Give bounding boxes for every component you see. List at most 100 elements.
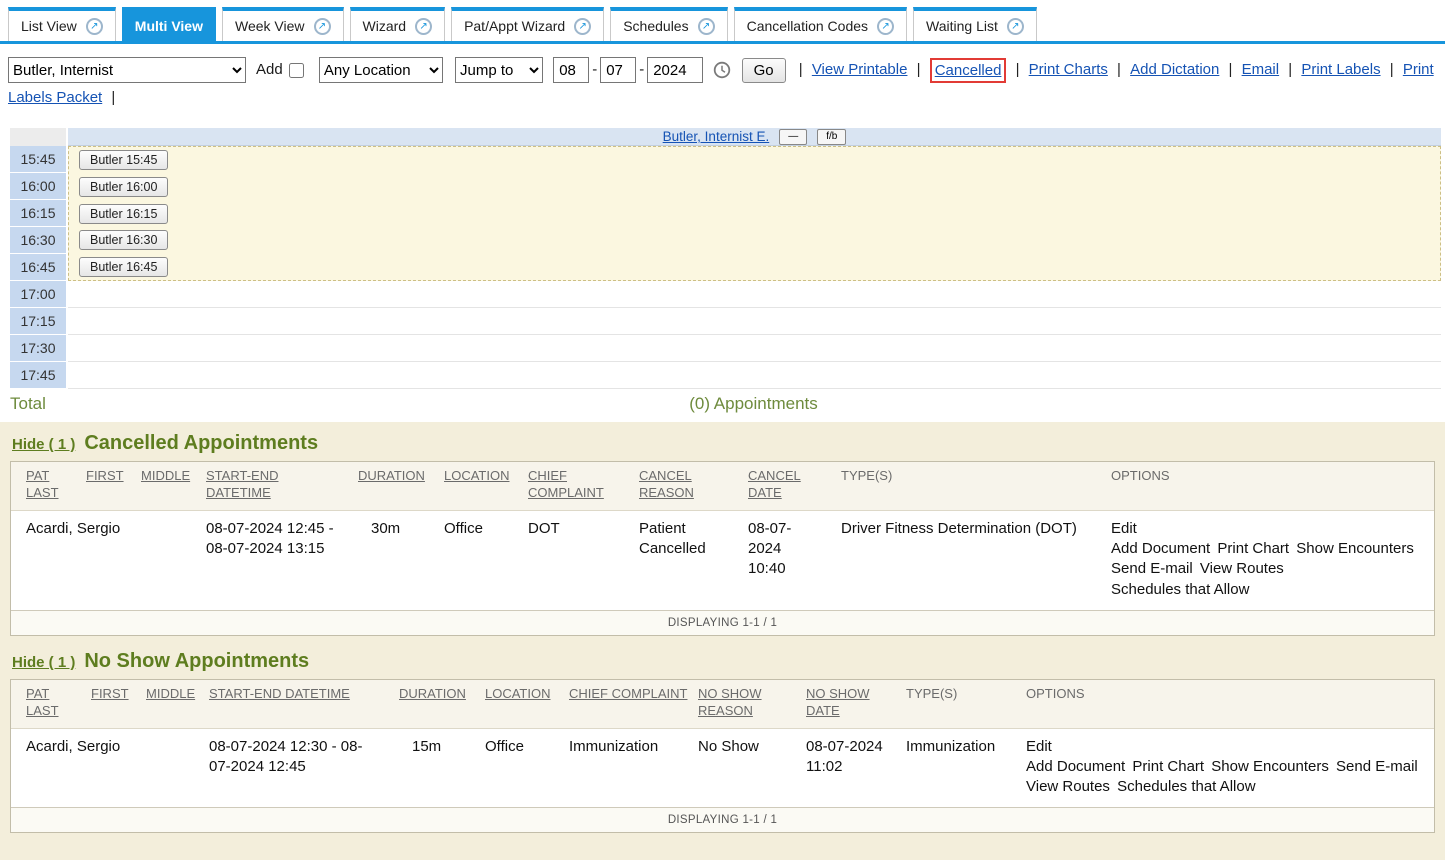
popout-icon[interactable]: ↗ xyxy=(1007,18,1024,35)
col-no-show-date[interactable]: NO SHOW DATE xyxy=(806,686,870,718)
col-start-end-datetime[interactable]: START-END DATETIME xyxy=(209,686,350,701)
col-duration[interactable]: DURATION xyxy=(399,686,466,701)
col-start-end-datetime[interactable]: START-END DATETIME xyxy=(206,468,278,500)
send-email-link[interactable]: Send E-mail xyxy=(1336,757,1418,777)
tab-multi-view[interactable]: Multi View xyxy=(122,7,216,41)
col-location[interactable]: LOCATION xyxy=(485,686,551,701)
slot-button[interactable]: Butler 15:45 xyxy=(79,150,168,170)
time-label: 17:00 xyxy=(10,281,66,307)
show-encounters-link[interactable]: Show Encounters xyxy=(1211,757,1329,777)
section-header: Hide ( 1 ) No Show Appointments xyxy=(10,649,1435,679)
go-button[interactable]: Go xyxy=(742,58,786,83)
total-row: Total (0) Appointments xyxy=(10,390,1441,417)
col-cancel-reason[interactable]: CANCEL REASON xyxy=(639,468,694,500)
jump-to-select[interactable]: Jump to xyxy=(455,57,543,83)
tab-cancellation-codes[interactable]: Cancellation Codes ↗ xyxy=(734,7,907,41)
edit-link[interactable]: Edit xyxy=(1111,519,1137,539)
patient-name[interactable]: Acardi, Sergio xyxy=(26,737,91,798)
tab-label: Waiting List xyxy=(926,18,998,34)
popout-icon[interactable]: ↗ xyxy=(698,18,715,35)
col-middle[interactable]: MIDDLE xyxy=(146,686,195,701)
tab-label: Week View xyxy=(235,18,305,34)
show-encounters-link[interactable]: Show Encounters xyxy=(1296,539,1414,559)
tab-pat-appt-wizard[interactable]: Pat/Appt Wizard ↗ xyxy=(451,7,604,41)
add-document-link[interactable]: Add Document xyxy=(1111,539,1210,559)
empty-schedule-row xyxy=(68,281,1441,308)
email-link[interactable]: Email xyxy=(1242,61,1280,78)
schedules-that-allow-link[interactable]: Schedules that Allow xyxy=(1117,777,1255,797)
col-middle[interactable]: MIDDLE xyxy=(141,468,190,483)
popout-icon[interactable]: ↗ xyxy=(574,18,591,35)
popout-icon[interactable]: ↗ xyxy=(877,18,894,35)
slot-row: Butler 16:00 xyxy=(69,174,1440,201)
tab-wizard[interactable]: Wizard ↗ xyxy=(350,7,446,41)
col-pat-last[interactable]: PAT LAST xyxy=(26,468,59,500)
tab-label: List View xyxy=(21,18,77,34)
schedule-grid: Butler, Internist E. — f/b 15:45 16:00 1… xyxy=(10,128,1441,417)
add-label: Add xyxy=(256,61,283,78)
location-select[interactable]: Any Location xyxy=(319,57,443,83)
separator: | xyxy=(799,61,803,78)
col-pat-last[interactable]: PAT LAST xyxy=(26,686,59,718)
date-year-input[interactable] xyxy=(647,57,703,83)
slot-button[interactable]: Butler 16:45 xyxy=(79,257,168,277)
slot-button[interactable]: Butler 16:30 xyxy=(79,230,168,250)
print-chart-link[interactable]: Print Chart xyxy=(1132,757,1204,777)
popout-icon[interactable]: ↗ xyxy=(415,18,432,35)
cancel-reason: Patient Cancelled xyxy=(639,519,748,600)
popout-icon[interactable]: ↗ xyxy=(86,18,103,35)
date-month-input[interactable] xyxy=(553,57,589,83)
provider-link[interactable]: Butler, Internist E. xyxy=(663,129,770,144)
col-no-show-reason[interactable]: NO SHOW REASON xyxy=(698,686,762,718)
tab-label: Cancellation Codes xyxy=(747,18,868,34)
add-document-link[interactable]: Add Document xyxy=(1026,757,1125,777)
view-printable-link[interactable]: View Printable xyxy=(812,61,908,78)
patient-name[interactable]: Acardi, Sergio xyxy=(26,519,86,600)
separator: | xyxy=(1390,61,1394,78)
edit-link[interactable]: Edit xyxy=(1026,737,1052,757)
time-label: 17:30 xyxy=(10,335,66,361)
appointment-types: Driver Fitness Determination (DOT) xyxy=(841,519,1111,600)
hide-cancelled-link[interactable]: Hide ( 1 ) xyxy=(12,436,75,453)
cancelled-link[interactable]: Cancelled xyxy=(935,62,1002,79)
col-chief-complaint[interactable]: CHIEF COMPLAINT xyxy=(569,686,687,701)
print-chart-link[interactable]: Print Chart xyxy=(1217,539,1289,559)
view-routes-link[interactable]: View Routes xyxy=(1026,777,1110,797)
tab-waiting-list[interactable]: Waiting List ↗ xyxy=(913,7,1037,41)
cancelled-section-title: Cancelled Appointments xyxy=(84,432,318,455)
print-charts-link[interactable]: Print Charts xyxy=(1029,61,1108,78)
send-email-link[interactable]: Send E-mail xyxy=(1111,559,1193,579)
duration: 15m xyxy=(399,737,485,798)
col-cancel-date[interactable]: CANCEL DATE xyxy=(748,468,801,500)
view-routes-link[interactable]: View Routes xyxy=(1200,559,1284,579)
slot-row: Butler 15:45 xyxy=(69,147,1440,174)
tab-list-view[interactable]: List View ↗ xyxy=(8,7,116,41)
add-dictation-link[interactable]: Add Dictation xyxy=(1130,61,1219,78)
col-duration[interactable]: DURATION xyxy=(358,468,425,483)
slot-button[interactable]: Butler 16:00 xyxy=(79,177,168,197)
add-checkbox[interactable] xyxy=(289,63,304,78)
schedules-that-allow-link[interactable]: Schedules that Allow xyxy=(1111,580,1249,600)
col-first[interactable]: FIRST xyxy=(91,686,129,701)
tab-week-view[interactable]: Week View ↗ xyxy=(222,7,344,41)
provider-select[interactable]: Butler, Internist xyxy=(8,57,246,83)
fb-toggle-button[interactable]: f/b xyxy=(817,129,846,145)
separator: | xyxy=(917,61,921,78)
col-location[interactable]: LOCATION xyxy=(444,468,510,483)
appointment-types: Immunization xyxy=(906,737,1026,798)
popout-icon[interactable]: ↗ xyxy=(314,18,331,35)
collapse-column-button[interactable]: — xyxy=(779,129,807,145)
empty-schedule-row xyxy=(68,308,1441,335)
col-chief-complaint[interactable]: CHIEF COMPLAINT xyxy=(528,468,604,500)
col-first[interactable]: FIRST xyxy=(86,468,124,483)
tab-bar: List View ↗ Multi View Week View ↗ Wizar… xyxy=(0,0,1445,44)
date-day-input[interactable] xyxy=(600,57,636,83)
no-show-reason: No Show xyxy=(698,737,806,798)
slot-button[interactable]: Butler 16:15 xyxy=(79,204,168,224)
clock-icon[interactable] xyxy=(713,61,731,79)
tab-schedules[interactable]: Schedules ↗ xyxy=(610,7,727,41)
hide-no-show-link[interactable]: Hide ( 1 ) xyxy=(12,654,75,671)
section-header: Hide ( 1 ) Cancelled Appointments xyxy=(10,431,1435,461)
print-labels-link[interactable]: Print Labels xyxy=(1301,61,1380,78)
time-column: 15:45 16:00 16:15 16:30 16:45 17:00 17:1… xyxy=(10,146,66,389)
